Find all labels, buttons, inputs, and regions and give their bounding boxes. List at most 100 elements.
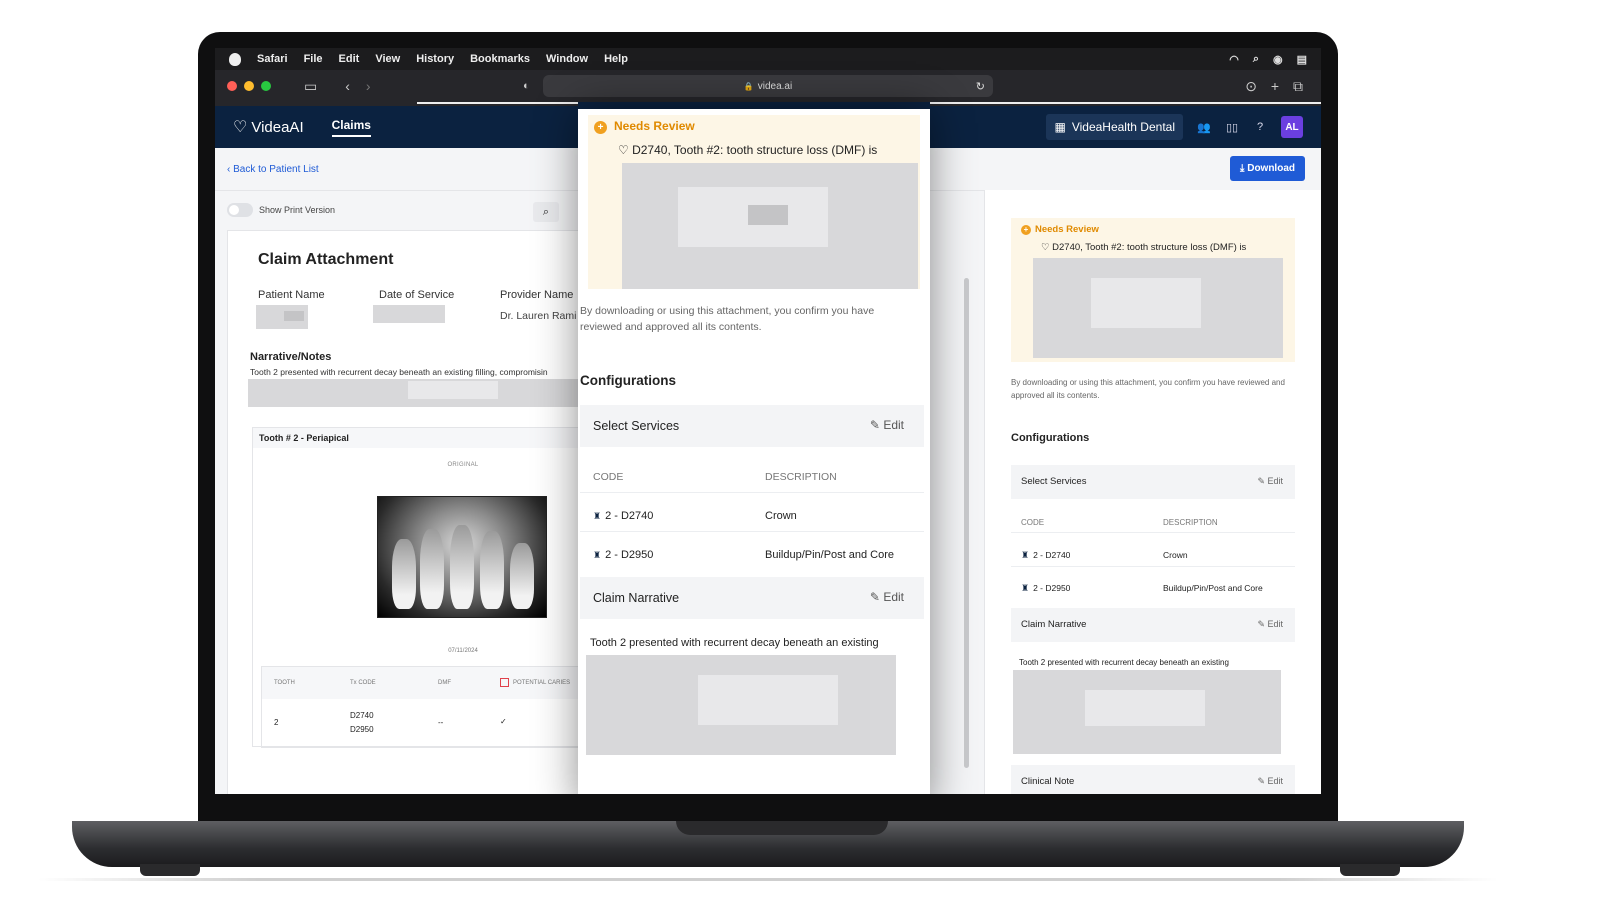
check-icon: ✓ (500, 717, 507, 726)
new-tab-icon[interactable]: + (1271, 78, 1279, 94)
tooth-icon: ♜ (1021, 583, 1030, 593)
download-button[interactable]: ⤓ Download (1230, 156, 1305, 181)
tooth-icon: ♜ (593, 550, 602, 560)
address-bar[interactable]: 🔒 videa.ai ↻ (543, 75, 993, 97)
confirm-text: By downloading or using this attachment,… (1011, 378, 1285, 400)
edit-icon: ✎ (1257, 476, 1268, 486)
menu-window[interactable]: Window (546, 53, 588, 65)
zoomed-description-header: DESCRIPTION (765, 471, 837, 483)
close-window-button[interactable] (227, 81, 237, 91)
redacted-date (373, 305, 445, 323)
td-code1: D2740 (350, 711, 374, 720)
users-icon[interactable]: 👥 (1197, 121, 1211, 134)
minimize-window-button[interactable] (244, 81, 254, 91)
back-arrow-icon[interactable]: ‹ (345, 78, 350, 94)
menu-history[interactable]: History (416, 53, 454, 65)
grid-icon: ▦ (1054, 120, 1066, 134)
redacted-block (1085, 690, 1205, 726)
menu-edit[interactable]: Edit (339, 53, 360, 65)
apple-icon[interactable] (229, 52, 241, 66)
wifi-icon[interactable]: ◠ (1229, 53, 1239, 66)
zoomed-service-desc-1: Crown (765, 510, 797, 522)
zoomed-select-services-label: Select Services (593, 419, 680, 433)
zoomed-edit-narrative-button[interactable]: ✎ Edit (870, 590, 904, 604)
menu-file[interactable]: File (304, 53, 323, 65)
side-narrative-text: Tooth 2 presented with recurrent decay b… (1019, 658, 1229, 667)
zoomed-service-desc-2: Buildup/Pin/Post and Core (765, 549, 895, 561)
claim-narrative-section: Claim Narrative ✎ Edit (1011, 608, 1295, 642)
review-side-panel: + Needs Review ♡ D2740, Tooth #2: tooth s… (984, 190, 1321, 794)
edit-icon: ✎ (869, 590, 884, 604)
logo-text: VideaAI (251, 118, 304, 136)
tooth-icon: ♜ (593, 511, 602, 521)
edit-narrative-button[interactable]: ✎ Edit (1257, 619, 1283, 630)
show-print-toggle[interactable] (227, 203, 253, 217)
xray-tooth (420, 529, 444, 609)
safari-toolbar: ▭ ‹ › ◐ 🔒 videa.ai ↻ ⊙ + ⧉ (215, 70, 1321, 102)
forward-arrow-icon[interactable]: › (366, 78, 371, 94)
redacted-block (698, 675, 838, 725)
redacted-block (1091, 278, 1201, 328)
zoomed-code-header: CODE (593, 471, 624, 483)
book-icon[interactable]: ▯▯ (1225, 121, 1239, 134)
url-text: videa.ai (757, 80, 793, 92)
provider-name-label: Provider Name (500, 289, 574, 301)
redacted-block (748, 205, 788, 225)
redacted-block (284, 311, 304, 321)
td-tooth: 2 (274, 718, 279, 727)
edit-icon: ✎ (1257, 776, 1268, 786)
menu-app[interactable]: Safari (257, 53, 288, 65)
tab-overview-icon[interactable]: ⧉ (1293, 78, 1303, 95)
nav-claims-tab[interactable]: Claims (331, 118, 371, 137)
practice-switcher[interactable]: ▦ VideaHealth Dental (1046, 114, 1183, 140)
user-icon[interactable]: ◉ (1273, 53, 1283, 66)
select-services-label: Select Services (1021, 476, 1087, 487)
edit-services-button[interactable]: ✎ Edit (1257, 476, 1283, 487)
sidebar-icon[interactable]: ▭ (304, 78, 317, 95)
zoomed-needs-review-box: + Needs Review ♡ D2740, Tooth #2: tooth s… (588, 115, 920, 289)
td-dmf: -- (438, 718, 444, 727)
menu-view[interactable]: View (375, 53, 400, 65)
downloads-icon[interactable]: ⊙ (1245, 78, 1257, 95)
download-label: Download (1247, 163, 1295, 174)
menu-help[interactable]: Help (604, 53, 628, 65)
claim-narrative-label: Claim Narrative (1021, 619, 1087, 630)
menu-bookmarks[interactable]: Bookmarks (470, 53, 530, 65)
zoomed-claim-narrative-label: Claim Narrative (593, 591, 680, 605)
service-code-2: ♜ 2 - D2950 (1021, 583, 1071, 593)
back-link-label: Back to Patient List (233, 164, 319, 175)
zoomed-review-panel: + Needs Review ♡ D2740, Tooth #2: tooth s… (578, 109, 930, 794)
zoomed-edit-services-button[interactable]: ✎ Edit (870, 418, 904, 432)
avatar[interactable]: AL (1281, 116, 1303, 138)
back-to-patient-list-link[interactable]: ‹ Back to Patient List (227, 164, 319, 175)
videa-logo[interactable]: ♡ VideaAI (233, 117, 304, 137)
th-tx-code: Tx CODE (350, 680, 376, 686)
control-center-icon[interactable]: ▤ (1297, 53, 1307, 66)
th-dmf: DMF (438, 680, 451, 686)
laptop-shadow (38, 878, 1498, 881)
zoomed-select-services-section: Select Services ✎ Edit (580, 405, 924, 447)
reload-icon[interactable]: ↻ (976, 80, 985, 93)
warning-plus-icon: + (594, 121, 607, 134)
code-header: CODE (1021, 518, 1045, 527)
tooth-icon: ♡ (618, 143, 633, 157)
row-divider (1011, 566, 1295, 567)
lock-icon: 🔒 (743, 81, 754, 91)
document-scrollbar[interactable] (964, 278, 969, 768)
edit-icon: ✎ (1257, 619, 1268, 629)
edit-clinical-note-button[interactable]: ✎ Edit (1257, 776, 1283, 787)
edit-icon: ✎ (869, 418, 884, 432)
warning-plus-icon: + (1021, 225, 1031, 235)
zoom-window-button[interactable] (261, 81, 271, 91)
row-divider (580, 531, 924, 532)
narrative-title: Narrative/Notes (250, 351, 332, 363)
practice-name: VideaHealth Dental (1071, 120, 1175, 134)
description-header: DESCRIPTION (1163, 518, 1218, 527)
periapical-xray-image[interactable] (377, 496, 547, 618)
zoom-out-button[interactable]: ⌕ (533, 202, 559, 222)
privacy-shield-icon[interactable]: ◐ (523, 80, 530, 92)
help-icon[interactable]: ? (1253, 121, 1267, 133)
spotlight-icon[interactable]: ⌕ (1253, 53, 1259, 66)
configurations-title: Configurations (1011, 432, 1090, 444)
document-title: Claim Attachment (258, 251, 394, 268)
